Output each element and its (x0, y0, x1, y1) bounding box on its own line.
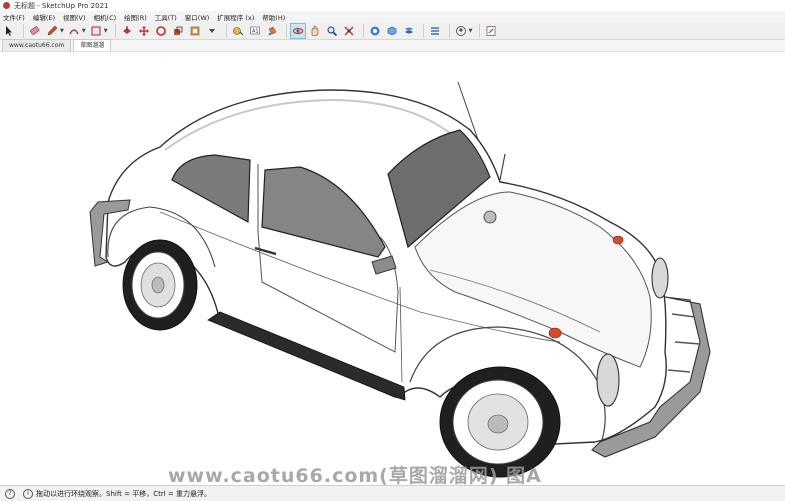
chevron-down-icon[interactable]: ▼ (82, 28, 86, 34)
info-icon[interactable]: i (23, 488, 33, 499)
toolbar-separator (448, 23, 450, 38)
eraser-icon[interactable] (28, 24, 42, 38)
menu-tools[interactable]: 工具(T) (152, 12, 182, 22)
extension-icon[interactable] (385, 24, 399, 38)
chevron-down-icon[interactable]: ▼ (104, 28, 108, 34)
paint-bucket-icon[interactable] (265, 24, 279, 38)
report-icon[interactable] (484, 24, 498, 38)
zoom-icon[interactable] (325, 24, 339, 38)
help-icon[interactable]: ? (5, 488, 15, 499)
rotate-icon[interactable] (154, 24, 168, 38)
orbit-icon[interactable] (289, 22, 306, 39)
watermark-text: www.caotu66.com(草图溜溜网) 图A (168, 465, 542, 487)
arc-icon[interactable] (67, 24, 81, 38)
tape-measure-icon[interactable] (231, 24, 245, 38)
window-title: 无标题 - SketchUp Pro 2021 (14, 1, 109, 10)
rear-wheel (122, 239, 198, 331)
menu-camera[interactable]: 相机(C) (91, 12, 122, 22)
select-icon[interactable] (2, 24, 16, 38)
pencil-icon[interactable] (45, 24, 59, 38)
pan-icon[interactable] (308, 24, 322, 38)
menu-window[interactable]: 窗口(W) (182, 12, 215, 22)
tab-scene[interactable]: 草图溜溜 (73, 39, 112, 51)
tab-site-label[interactable]: www.caotu66.com (2, 39, 72, 51)
menu-extensions[interactable]: 扩展程序 (x) (214, 12, 259, 22)
model-viewport[interactable] (0, 52, 785, 485)
user-icon[interactable] (454, 24, 468, 38)
svg-text:A1: A1 (252, 28, 259, 34)
main-toolbar: ▼ ▼ ▼ A1 ▼ (0, 22, 785, 40)
headlight-left (596, 353, 620, 407)
scene-tabs: www.caotu66.com 草图溜溜 (0, 39, 785, 52)
push-pull-icon[interactable] (120, 24, 134, 38)
components-icon[interactable] (402, 24, 416, 38)
zoom-extents-icon[interactable] (342, 24, 356, 38)
menu-edit[interactable]: 编辑(E) (30, 12, 60, 22)
menu-view[interactable]: 视图(V) (60, 12, 91, 22)
move-icon[interactable] (137, 24, 151, 38)
headlight-right (651, 257, 669, 299)
status-bar: ? i 拖动以进行环绕观察。Shift = 平移，Ctrl = 重力悬浮。 (0, 485, 785, 501)
car-model (89, 81, 711, 478)
title-bar: 无标题 - SketchUp Pro 2021 (0, 0, 785, 11)
toolbar-separator (225, 23, 227, 38)
toolbar-separator (114, 23, 116, 38)
text-icon[interactable]: A1 (248, 24, 262, 38)
menu-help[interactable]: 帮助(H) (259, 12, 290, 22)
chevron-down-icon[interactable]: ▼ (60, 28, 64, 34)
warehouse-icon[interactable] (368, 24, 382, 38)
scale-icon[interactable] (171, 24, 185, 38)
menu-file[interactable]: 文件(F) (0, 12, 30, 22)
toolbar-separator (422, 23, 424, 38)
menu-bar: 文件(F) 编辑(E) 视图(V) 相机(C) 绘图(R) 工具(T) 窗口(W… (0, 11, 785, 22)
offset-icon[interactable] (188, 24, 202, 38)
toolbar-separator (362, 23, 364, 38)
chevron-down-icon[interactable]: ▼ (469, 28, 473, 34)
styles-icon[interactable] (428, 24, 442, 38)
status-text: 拖动以进行环绕观察。Shift = 平移，Ctrl = 重力悬浮。 (36, 489, 211, 498)
toolbar-separator (285, 23, 287, 38)
toolbar-separator (479, 23, 481, 38)
menu-draw[interactable]: 绘图(R) (121, 12, 152, 22)
toolbar-separator (23, 23, 24, 38)
shape-icon[interactable] (89, 24, 103, 38)
chevron-down-icon[interactable] (205, 24, 219, 38)
sketchup-logo-icon (3, 2, 10, 9)
